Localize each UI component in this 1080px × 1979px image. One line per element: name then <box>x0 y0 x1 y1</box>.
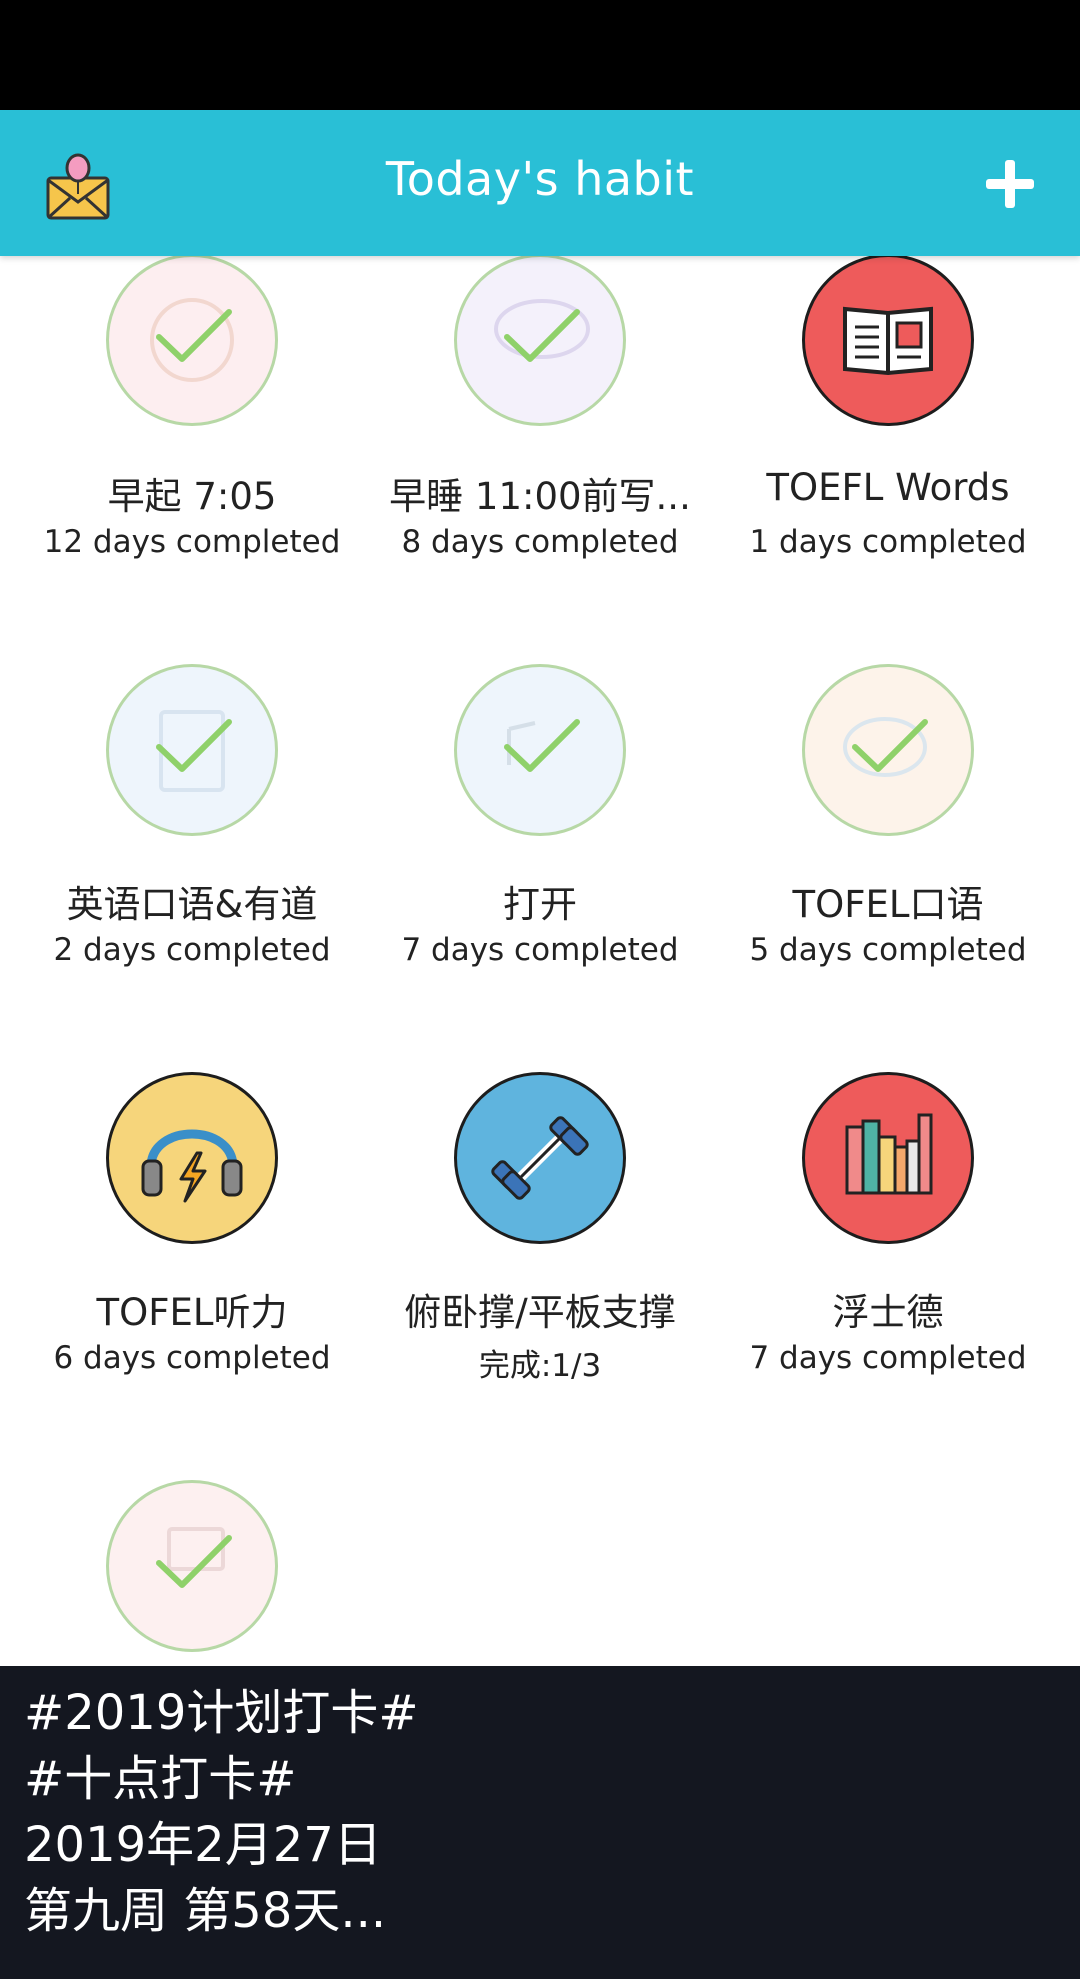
caption-line: #十点打卡# <box>24 1751 297 1807</box>
habit-progress: 5 days completed <box>749 932 1027 968</box>
habit-name: TOFEL口语 <box>792 883 984 926</box>
habit-progress: 8 days completed <box>401 524 679 560</box>
habit-name: TOFEL听力 <box>96 1291 288 1334</box>
habit-item[interactable]: TOFEL听力 6 days completed <box>22 1072 362 1472</box>
habit-name: 浮士德 <box>832 1291 944 1334</box>
habit-status-circle[interactable] <box>106 664 278 836</box>
caption-line: 2019年2月27日 <box>24 1817 382 1873</box>
habit-item[interactable]: 早起 7:05 12 days completed <box>22 256 362 656</box>
habit-progress: 12 days completed <box>43 524 341 560</box>
habit-status-circle[interactable] <box>802 256 974 426</box>
habit-status-circle[interactable] <box>802 664 974 836</box>
habit-name: 俯卧撑/平板支撑 <box>404 1291 676 1334</box>
habit-item[interactable]: 俯卧撑/平板支撑 完成:1/3 <box>370 1072 710 1472</box>
books-icon <box>845 1113 933 1195</box>
check-icon <box>852 719 928 772</box>
headphones-icon <box>141 1129 243 1203</box>
dumbbell-icon <box>491 1116 589 1200</box>
habit-status-circle[interactable] <box>802 1072 974 1244</box>
habit-name: 早起 7:05 <box>107 475 277 518</box>
check-icon <box>156 719 232 772</box>
habit-status-circle[interactable] <box>454 1072 626 1244</box>
habit-item[interactable]: TOFEL口语 5 days completed <box>718 664 1058 1064</box>
open-book-icon <box>843 306 933 376</box>
caption-line: #2019计划打卡# <box>24 1685 419 1741</box>
habit-progress: 7 days completed <box>749 1340 1027 1376</box>
app-bar: Today's habit <box>0 110 1080 256</box>
habit-item[interactable] <box>22 1480 362 1666</box>
habit-progress: 1 days completed <box>749 524 1027 560</box>
habit-grid: 早起 7:05 12 days completed 早睡 11:00前写... … <box>0 256 1080 1666</box>
notebook-icon <box>159 710 225 792</box>
status-bar <box>0 0 1080 110</box>
habit-progress: 6 days completed <box>53 1340 331 1376</box>
habit-name: 英语口语&有道 <box>66 883 318 926</box>
page-title: Today's habit <box>385 152 695 206</box>
check-icon <box>156 309 232 362</box>
habit-name: 早睡 11:00前写... <box>389 475 691 518</box>
habit-name: TOEFL Words <box>766 466 1010 509</box>
habit-item[interactable]: 打开 7 days completed <box>370 664 710 1064</box>
habit-progress: 完成:1/3 <box>478 1348 602 1384</box>
habit-status-circle[interactable] <box>454 256 626 426</box>
add-habit-button[interactable] <box>982 156 1038 212</box>
post-caption: #2019计划打卡# #十点打卡# 2019年2月27日 第九周 第58天... <box>0 1666 1080 1979</box>
habit-item[interactable]: TOEFL Words 1 days completed <box>718 256 1058 656</box>
habit-status-circle[interactable] <box>106 1480 278 1652</box>
habit-item[interactable]: 早睡 11:00前写... 8 days completed <box>370 256 710 656</box>
habit-item[interactable]: 英语口语&有道 2 days completed <box>22 664 362 1064</box>
habit-progress: 2 days completed <box>53 932 331 968</box>
habit-name: 打开 <box>503 883 577 926</box>
habit-status-circle[interactable] <box>106 1072 278 1244</box>
caption-line: 第九周 第58天... <box>24 1883 387 1939</box>
plus-icon <box>986 160 1034 208</box>
habit-status-circle[interactable] <box>106 256 278 426</box>
habit-status-circle[interactable] <box>454 664 626 836</box>
habit-item[interactable]: 浮士德 7 days completed <box>718 1072 1058 1472</box>
habit-progress: 7 days completed <box>401 932 679 968</box>
